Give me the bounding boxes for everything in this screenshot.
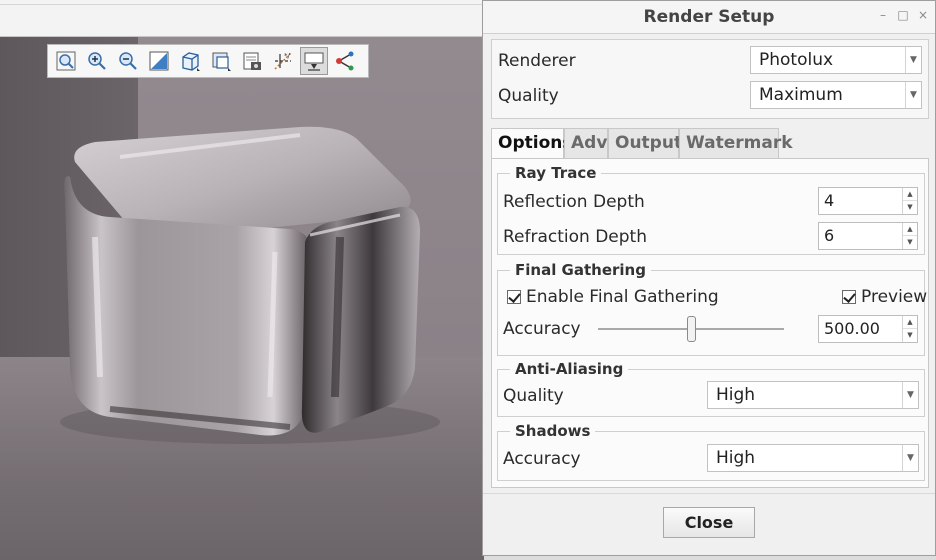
view-manager-button[interactable]	[207, 47, 235, 75]
tab-adv[interactable]: Adv	[564, 128, 608, 158]
render-region-icon	[304, 52, 324, 71]
tab-options[interactable]: Options	[491, 128, 572, 159]
final-gathering-group: Final Gathering Enable Final Gathering P…	[497, 261, 927, 356]
spin-down-icon[interactable]: ▼	[903, 329, 917, 342]
renderer-value: Photolux	[759, 50, 834, 70]
dialog-titlebar[interactable]: Render Setup – □ ×	[483, 1, 935, 34]
shadows-group: Shadows Accuracy High ▼	[497, 422, 925, 481]
viewport-top-strip	[0, 0, 484, 37]
quality-select[interactable]: Maximum ▼	[750, 81, 922, 109]
render-setup-dialog: Render Setup – □ × Renderer Photolux ▼ Q…	[482, 0, 936, 556]
render-region-button[interactable]	[300, 47, 328, 75]
view-manager-icon	[212, 52, 231, 71]
refraction-depth-spinner[interactable]: 6 ▲ ▼	[818, 222, 918, 250]
display-style-icon	[243, 52, 261, 70]
minimize-icon[interactable]: –	[877, 9, 889, 21]
render-scene[interactable]	[0, 37, 484, 560]
shadows-accuracy-label: Accuracy	[503, 449, 581, 469]
tab-watermark[interactable]: Watermark	[679, 128, 793, 158]
zoom-out-icon	[119, 52, 137, 70]
renderer-panel: Renderer Photolux ▼ Quality Maximum ▼	[491, 39, 929, 119]
chevron-down-icon: ▼	[905, 82, 921, 108]
anti-aliasing-group: Anti-Aliasing Quality High ▼	[497, 360, 925, 417]
shadows-title: Shadows	[510, 422, 596, 440]
checkbox-checked-icon	[842, 290, 856, 304]
enable-final-gathering-label: Enable Final Gathering	[526, 287, 719, 307]
repaint-icon	[149, 51, 169, 71]
ray-trace-group: Ray Trace Reflection Depth 4 ▲ ▼ Refracti…	[497, 164, 925, 255]
glass-cube-model[interactable]	[0, 37, 484, 560]
zoom-out-button[interactable]	[114, 47, 142, 75]
maximize-icon[interactable]: □	[897, 9, 909, 21]
quality-label: Quality	[498, 86, 559, 106]
svg-text:*/: */	[284, 52, 291, 60]
tab-output[interactable]: Output	[608, 128, 682, 158]
options-tab-panel: Ray Trace Reflection Depth 4 ▲ ▼ Refracti…	[491, 158, 929, 488]
repaint-button[interactable]	[145, 47, 173, 75]
close-icon[interactable]: ×	[917, 9, 929, 21]
chevron-down-icon: ▼	[902, 382, 918, 408]
spin-up-icon[interactable]: ▲	[903, 223, 917, 236]
zoom-in-button[interactable]	[83, 47, 111, 75]
enable-final-gathering-checkbox[interactable]: Enable Final Gathering	[507, 287, 719, 307]
quality-value: Maximum	[759, 85, 843, 105]
spin-up-icon[interactable]: ▲	[903, 316, 917, 329]
spin-down-icon[interactable]: ▼	[903, 201, 917, 214]
chevron-down-icon: ▼	[905, 47, 921, 73]
checkbox-checked-icon	[507, 290, 521, 304]
saved-orientations-icon	[182, 52, 200, 71]
dialog-title: Render Setup	[643, 7, 775, 27]
chevron-down-icon: ▼	[902, 445, 918, 471]
viewport-toolbar: */	[47, 44, 369, 78]
close-button[interactable]: Close	[663, 507, 755, 538]
zoom-in-icon	[88, 52, 106, 70]
spin-center-button[interactable]	[331, 47, 359, 75]
aa-quality-select[interactable]: High ▼	[707, 381, 919, 409]
slider-thumb[interactable]	[686, 316, 696, 342]
spin-up-icon[interactable]: ▲	[903, 188, 917, 201]
fg-accuracy-spinner[interactable]: 500.00 ▲ ▼	[818, 315, 918, 343]
fg-accuracy-value: 500.00	[824, 319, 880, 338]
datum-display-icon: */	[274, 52, 292, 70]
reflection-depth-value: 4	[824, 191, 835, 210]
reflection-depth-label: Reflection Depth	[503, 192, 645, 212]
anti-aliasing-title: Anti-Aliasing	[510, 360, 629, 378]
fg-accuracy-label: Accuracy	[503, 319, 581, 339]
shadows-accuracy-value: High	[716, 448, 756, 468]
tab-bar: Options Adv Output Watermark	[491, 128, 929, 159]
preview-label: Preview	[861, 287, 928, 307]
aa-quality-value: High	[716, 385, 756, 405]
footer-divider	[483, 493, 935, 494]
ray-trace-title: Ray Trace	[510, 164, 602, 182]
renderer-label: Renderer	[498, 51, 576, 71]
renderer-select[interactable]: Photolux ▼	[750, 46, 922, 74]
final-gathering-title: Final Gathering	[510, 261, 651, 279]
refraction-depth-value: 6	[824, 226, 835, 245]
saved-orientations-button[interactable]	[176, 47, 204, 75]
shadows-accuracy-select[interactable]: High ▼	[707, 444, 919, 472]
reflection-depth-spinner[interactable]: 4 ▲ ▼	[818, 187, 918, 215]
datum-display-button[interactable]: */	[269, 47, 297, 75]
preview-checkbox[interactable]: Preview	[842, 287, 927, 307]
zoom-fit-icon	[56, 51, 76, 71]
spin-down-icon[interactable]: ▼	[903, 236, 917, 249]
refraction-depth-label: Refraction Depth	[503, 227, 647, 247]
graphics-viewport[interactable]: */	[0, 0, 484, 560]
aa-quality-label: Quality	[503, 386, 564, 406]
display-style-button[interactable]	[238, 47, 266, 75]
zoom-fit-button[interactable]	[52, 47, 80, 75]
spin-center-icon	[336, 51, 354, 71]
